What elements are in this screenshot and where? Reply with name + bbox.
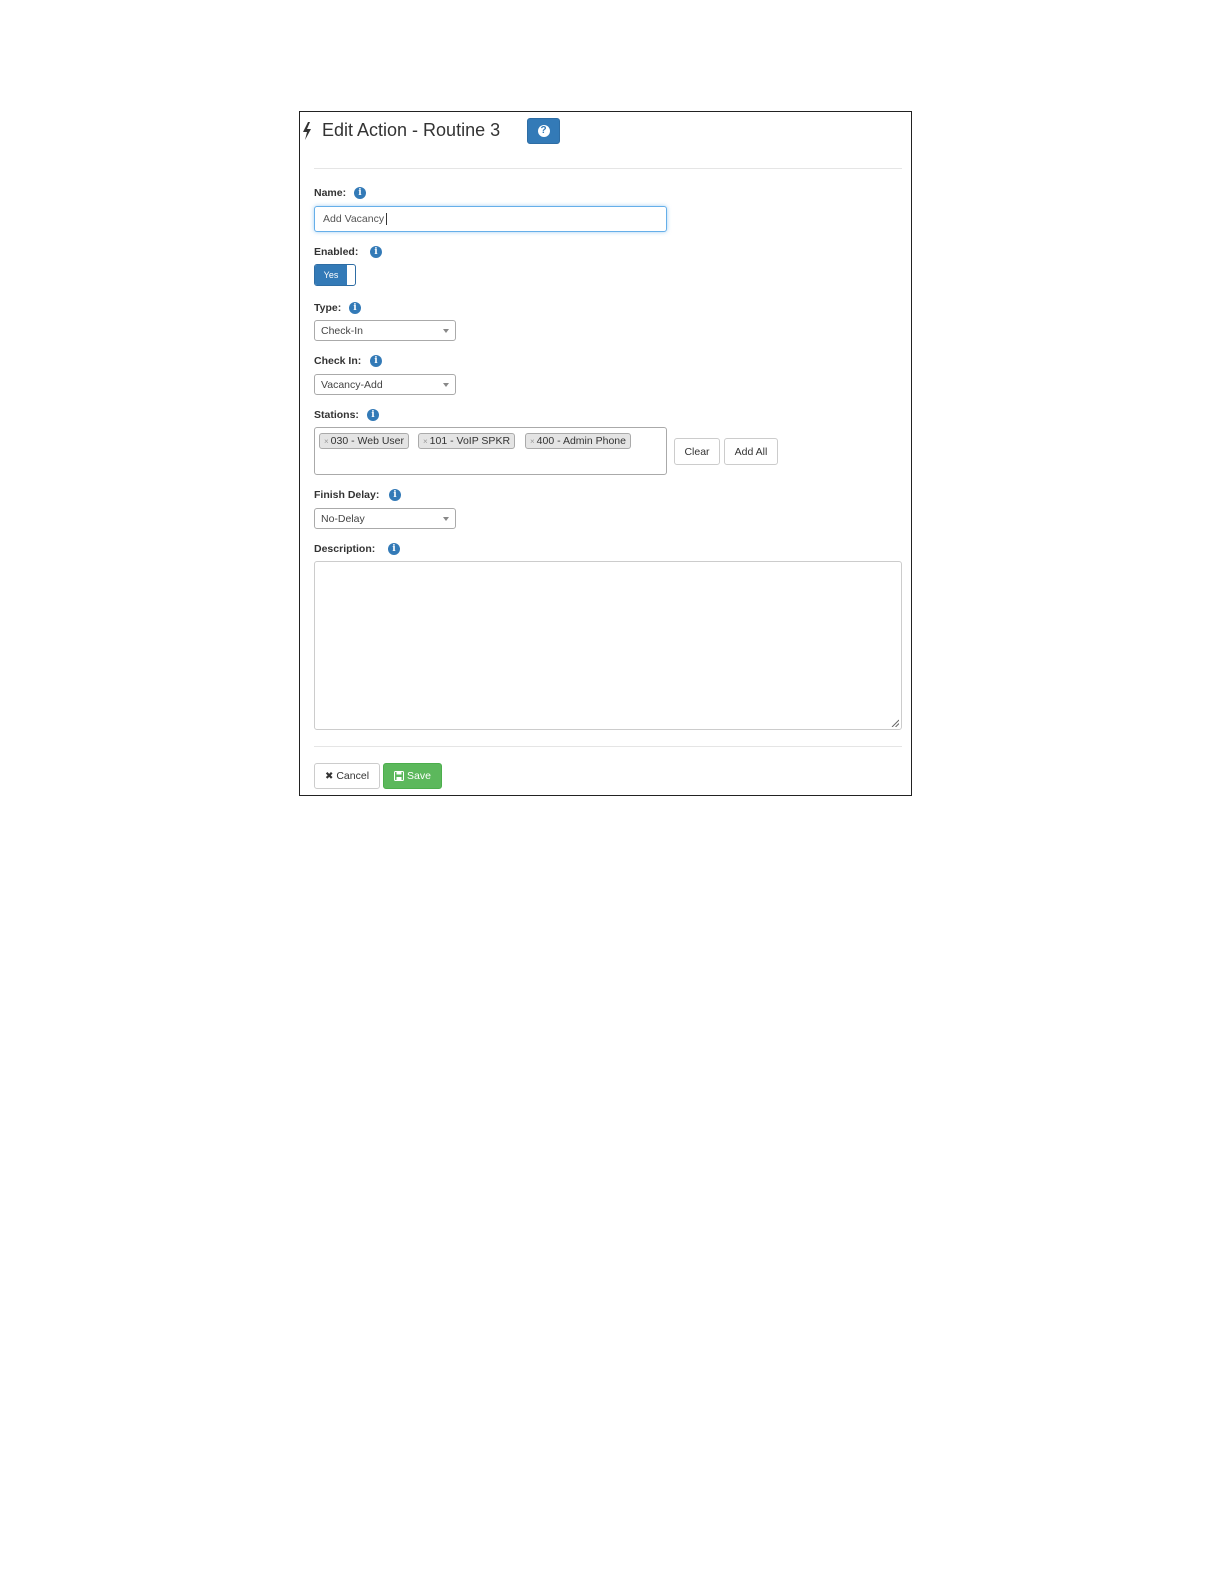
enabled-toggle[interactable]: Yes <box>314 264 356 286</box>
check-in-info-icon[interactable]: i <box>370 355 382 367</box>
station-chip-label: 101 - VoIP SPKR <box>429 435 511 447</box>
chevron-down-icon <box>443 329 449 333</box>
station-chip[interactable]: × 030 - Web User <box>319 433 410 449</box>
help-button[interactable]: ? <box>527 118 560 144</box>
bolt-icon <box>303 122 311 140</box>
type-select[interactable]: Check-In <box>314 320 456 341</box>
type-info-icon[interactable]: i <box>349 302 361 314</box>
header-divider <box>314 168 902 169</box>
finish-delay-info-icon[interactable]: i <box>389 489 401 501</box>
station-chip-label: 400 - Admin Phone <box>536 435 626 447</box>
type-label: Type: <box>314 302 342 314</box>
save-button-label: Save <box>407 770 431 782</box>
footer-divider <box>314 746 902 747</box>
save-button[interactable]: Save <box>383 763 442 789</box>
station-chip[interactable]: × 101 - VoIP SPKR <box>418 433 516 449</box>
close-icon: ✖ <box>324 770 334 782</box>
finish-delay-select-value: No-Delay <box>321 512 365 525</box>
clear-stations-button[interactable]: Clear <box>674 438 720 465</box>
question-circle-icon: ? <box>537 125 550 137</box>
check-in-select-value: Vacancy-Add <box>321 378 383 391</box>
name-input[interactable]: Add Vacancy <box>314 206 667 232</box>
stations-multiselect[interactable]: × 030 - Web User × 101 - VoIP SPKR × 400 - … <box>314 427 667 475</box>
description-label: Description: <box>314 543 376 555</box>
description-info-icon[interactable]: i <box>388 543 400 555</box>
chevron-down-icon <box>443 517 449 521</box>
stations-info-icon[interactable]: i <box>367 409 379 421</box>
name-input-value: Add Vacancy <box>323 213 385 225</box>
save-icon <box>394 771 405 781</box>
page-title: Edit Action - Routine 3 <box>322 120 501 140</box>
finish-delay-select[interactable]: No-Delay <box>314 508 456 529</box>
enabled-toggle-on-label: Yes <box>315 265 347 285</box>
check-in-label: Check In: <box>314 355 362 367</box>
name-info-icon[interactable]: i <box>354 187 366 199</box>
resize-grip-icon[interactable] <box>891 719 899 727</box>
check-in-select[interactable]: Vacancy-Add <box>314 374 456 395</box>
cancel-button[interactable]: ✖ Cancel <box>314 763 380 789</box>
enabled-info-icon[interactable]: i <box>370 246 382 258</box>
stations-label: Stations: <box>314 409 359 421</box>
chevron-down-icon <box>443 383 449 387</box>
station-chip-label: 030 - Web User <box>330 435 405 447</box>
remove-icon[interactable]: × <box>423 437 428 446</box>
type-select-value: Check-In <box>321 324 364 337</box>
finish-delay-label: Finish Delay: <box>314 489 380 501</box>
station-chip[interactable]: × 400 - Admin Phone <box>525 433 631 449</box>
text-cursor <box>386 213 388 225</box>
edit-action-dialog: Edit Action - Routine 3 ? Name: i Add Va… <box>299 111 912 796</box>
remove-icon[interactable]: × <box>530 437 535 446</box>
name-label: Name: <box>314 187 347 199</box>
description-textarea[interactable] <box>314 561 902 730</box>
enabled-label: Enabled: <box>314 246 359 258</box>
remove-icon[interactable]: × <box>324 437 329 446</box>
add-all-stations-button[interactable]: Add All <box>724 438 778 465</box>
cancel-button-label: Cancel <box>336 770 370 782</box>
